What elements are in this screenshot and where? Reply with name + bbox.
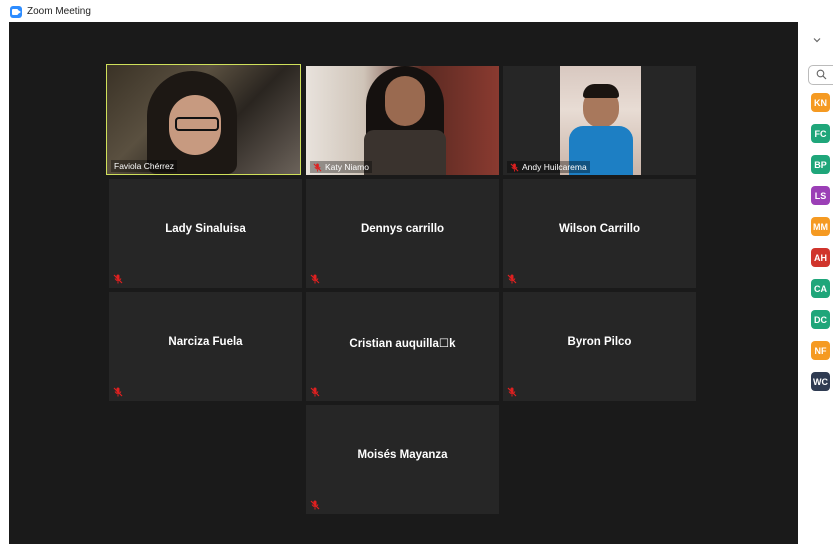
video-name-label: Andy Huilcarema bbox=[507, 161, 590, 173]
avatar[interactable]: MM bbox=[811, 217, 830, 236]
avatar[interactable]: DC bbox=[811, 310, 830, 329]
participant-search-input[interactable] bbox=[808, 65, 833, 85]
avatar[interactable]: WC bbox=[811, 372, 830, 391]
participant-tile[interactable]: Lady Sinaluisa bbox=[109, 179, 302, 288]
participant-tile[interactable]: Cristian auquilla☐k bbox=[306, 292, 499, 401]
participant-tile[interactable]: Narciza Fuela bbox=[109, 292, 302, 401]
video-tile-speaker[interactable]: Faviola Chérrez bbox=[106, 64, 301, 175]
microphone-muted-icon bbox=[113, 274, 123, 284]
gallery-view: Faviola Chérrez Katy Niamo Andy Huilcare… bbox=[9, 22, 798, 544]
video-tile[interactable]: Katy Niamo bbox=[306, 66, 499, 175]
avatar[interactable]: LS bbox=[811, 186, 830, 205]
glasses bbox=[175, 117, 219, 131]
search-icon bbox=[816, 69, 827, 80]
microphone-muted-icon bbox=[310, 500, 320, 510]
video-name-label: Faviola Chérrez bbox=[111, 160, 177, 172]
avatar[interactable]: KN bbox=[811, 93, 830, 112]
participant-name: Byron Pilco bbox=[567, 336, 632, 348]
participant-hair bbox=[583, 84, 619, 98]
participant-tile[interactable]: Dennys carrillo bbox=[306, 179, 499, 288]
avatar[interactable]: FC bbox=[811, 124, 830, 143]
microphone-muted-icon bbox=[313, 162, 322, 172]
participant-name: Lady Sinaluisa bbox=[165, 223, 246, 235]
microphone-muted-icon bbox=[507, 387, 517, 397]
microphone-muted-icon bbox=[507, 274, 517, 284]
title-bar: Zoom Meeting bbox=[0, 0, 833, 22]
microphone-muted-icon bbox=[510, 162, 519, 172]
avatar[interactable]: NF bbox=[811, 341, 830, 360]
participants-sidebar: KN FC BP LS MM AH CA DC NF WC bbox=[798, 22, 833, 544]
zoom-logo-icon bbox=[10, 6, 22, 18]
video-tile[interactable]: Andy Huilcarema bbox=[503, 66, 696, 175]
participant-tile[interactable]: Moisés Mayanza bbox=[306, 405, 499, 514]
avatar[interactable]: BP bbox=[811, 155, 830, 174]
jacket bbox=[364, 130, 446, 175]
chevron-down-icon[interactable] bbox=[812, 32, 822, 43]
microphone-muted-icon bbox=[310, 274, 320, 284]
participant-name: Dennys carrillo bbox=[360, 223, 445, 235]
avatar[interactable]: CA bbox=[811, 279, 830, 298]
window-title: Zoom Meeting bbox=[27, 6, 91, 17]
avatar[interactable]: AH bbox=[811, 248, 830, 267]
participant-name: Narciza Fuela bbox=[168, 336, 243, 348]
participant-name: Wilson Carrillo bbox=[558, 223, 641, 235]
participant-tile[interactable]: Wilson Carrillo bbox=[503, 179, 696, 288]
microphone-muted-icon bbox=[310, 387, 320, 397]
participant-tile[interactable]: Byron Pilco bbox=[503, 292, 696, 401]
participant-name: Moisés Mayanza bbox=[357, 449, 448, 461]
participant-name: Cristian auquilla☐k bbox=[349, 338, 456, 350]
participant-face bbox=[385, 76, 425, 126]
microphone-muted-icon bbox=[113, 387, 123, 397]
video-name-label: Katy Niamo bbox=[310, 161, 372, 173]
